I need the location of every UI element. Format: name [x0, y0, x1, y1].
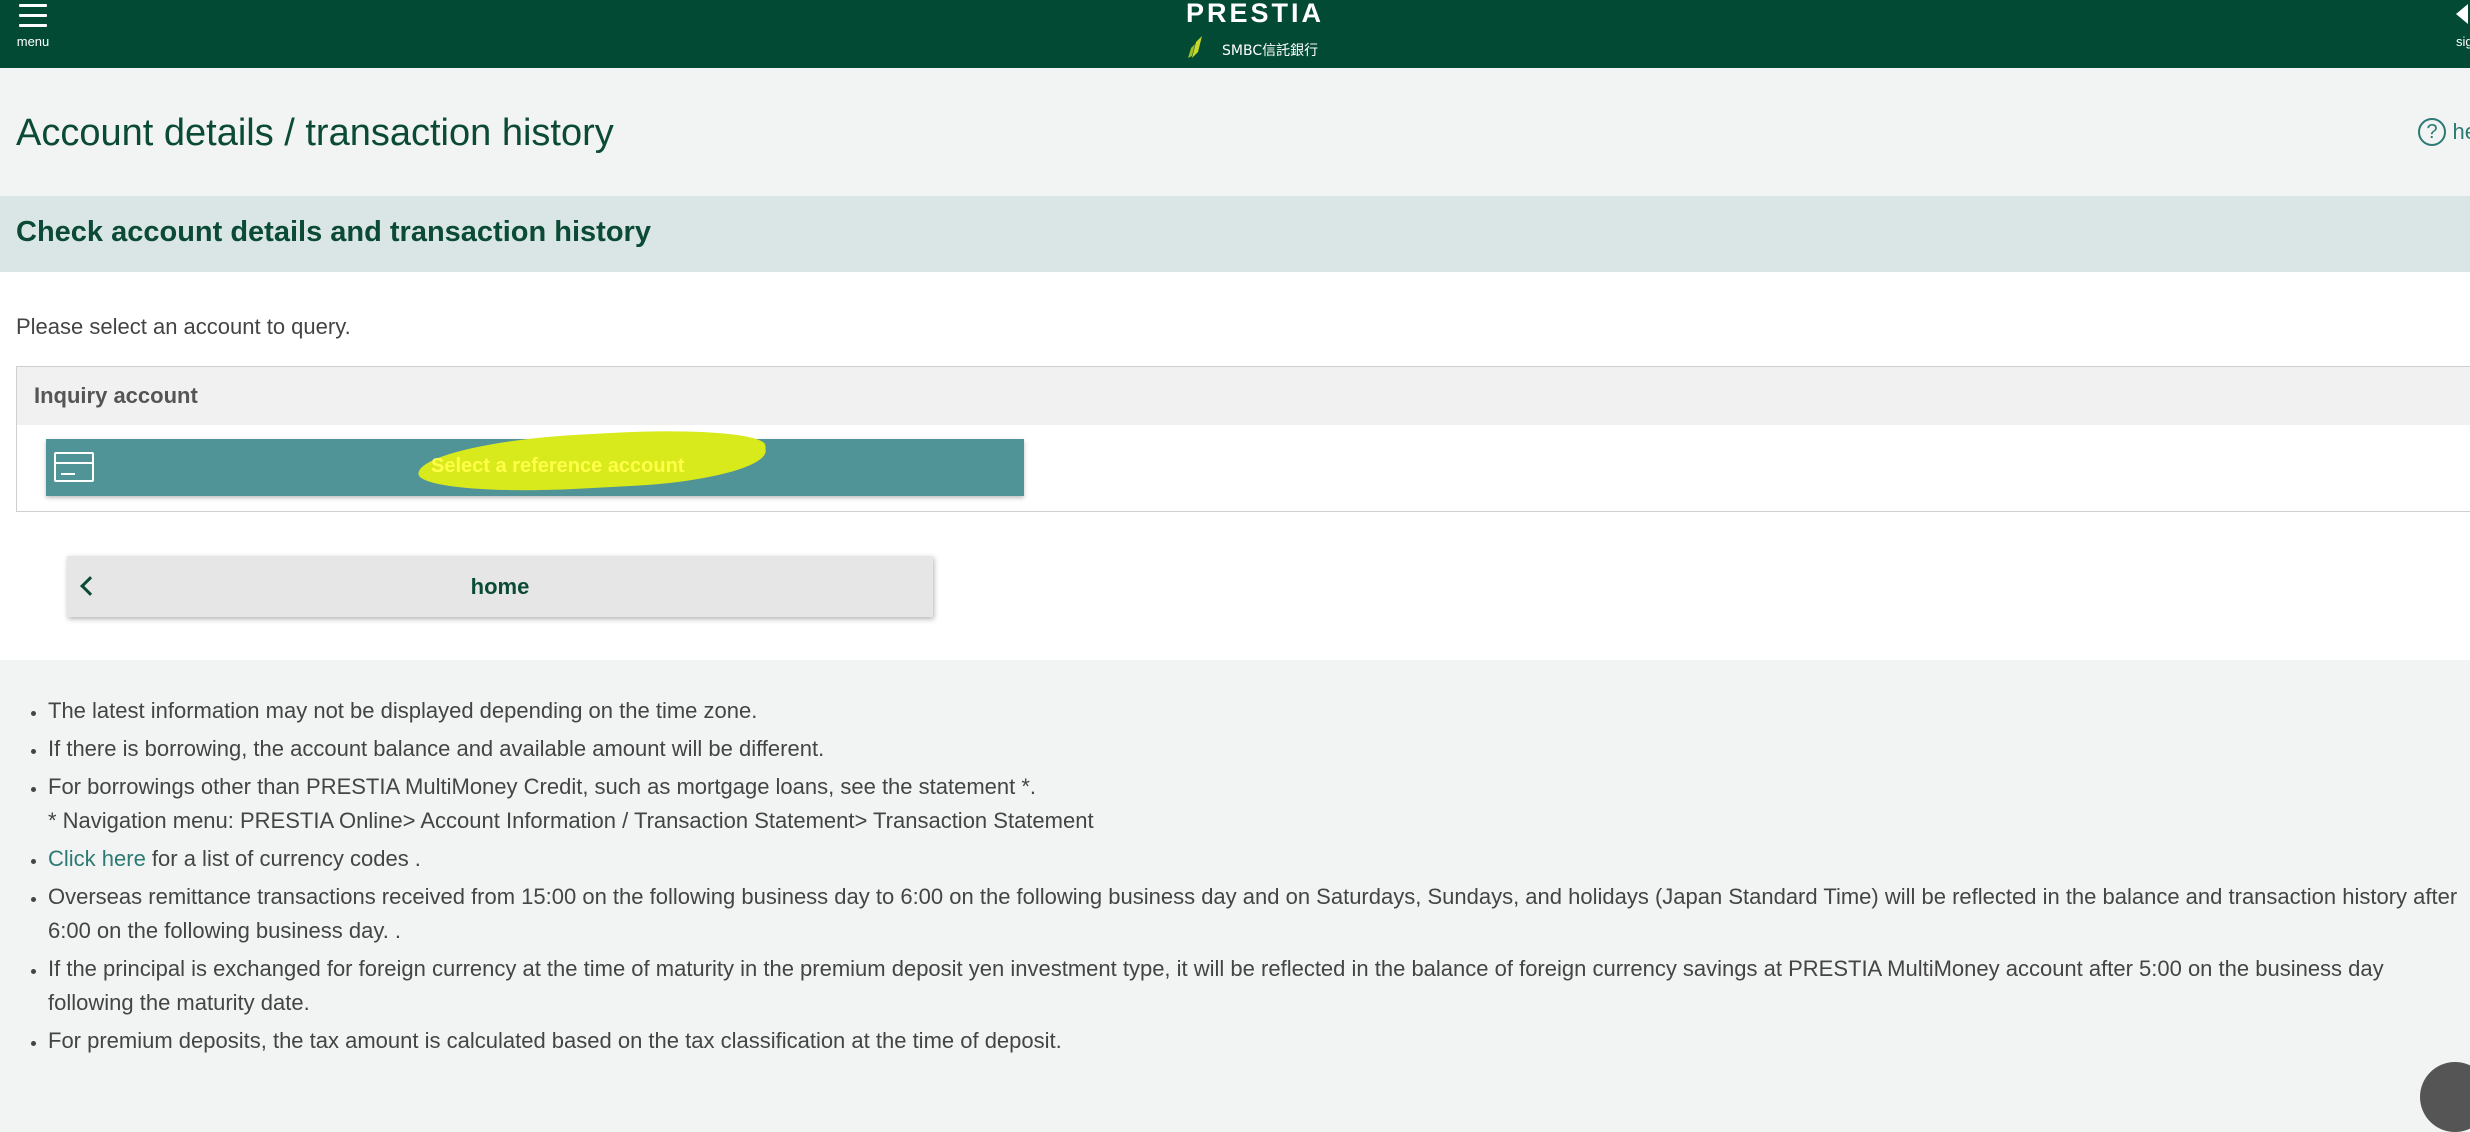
note-text: For borrowings other than PRESTIA MultiM…	[48, 774, 1037, 799]
signout-arrow-icon	[2456, 4, 2468, 24]
note-item: If the principal is exchanged for foreig…	[48, 952, 2466, 1020]
credit-card-icon	[54, 452, 94, 482]
help-label: he	[2452, 119, 2470, 144]
note-item: For premium deposits, the tax amount is …	[48, 1024, 2466, 1058]
note-item: For borrowings other than PRESTIA MultiM…	[48, 770, 2466, 838]
floating-action-button[interactable]	[2420, 1062, 2470, 1132]
note-item: Click here for a list of currency codes …	[48, 842, 2466, 876]
menu-label: menu	[16, 34, 50, 49]
menu-button[interactable]: menu	[8, 0, 60, 56]
notes-list: The latest information may not be displa…	[16, 694, 2466, 1062]
question-circle-icon: ?	[2418, 118, 2446, 146]
card-heading: Check account details and transaction hi…	[16, 216, 651, 248]
page-title: Account details / transaction history	[16, 112, 614, 154]
signout-label: sig	[2456, 34, 2470, 49]
inquiry-account-label: Inquiry account	[34, 383, 198, 408]
home-label: home	[470, 574, 530, 599]
brand-name: PRESTIA	[1185, 0, 1325, 28]
note-item: If there is borrowing, the account balan…	[48, 732, 2466, 766]
inquiry-account-section: Inquiry account Select a reference accou…	[16, 366, 2470, 512]
note-text: for a list of currency codes .	[145, 846, 421, 871]
card-header: Check account details and transaction hi…	[0, 196, 2470, 272]
smbc-leaf-icon	[1188, 36, 1202, 58]
account-query-card: Check account details and transaction hi…	[0, 196, 2470, 660]
home-button[interactable]: home	[67, 556, 933, 617]
brand-logo[interactable]: PRESTIA SMBC信託銀行	[1150, 0, 1360, 68]
help-link[interactable]: ? he	[2418, 118, 2470, 148]
select-reference-account-button[interactable]: Select a reference account	[46, 424, 1024, 498]
note-subtext: * Navigation menu: PRESTIA Online> Accou…	[48, 808, 1094, 833]
top-navigation-bar: menu PRESTIA SMBC信託銀行 sig	[0, 0, 2470, 68]
inquiry-account-header: Inquiry account	[17, 367, 2470, 425]
note-item: Overseas remittance transactions receive…	[48, 880, 2466, 948]
note-item: The latest information may not be displa…	[48, 694, 2466, 728]
hamburger-icon	[19, 4, 47, 28]
instruction-text: Please select an account to query.	[16, 314, 351, 339]
currency-codes-link[interactable]: Click here	[48, 846, 146, 871]
bank-name: SMBC信託銀行	[1222, 43, 1319, 59]
signout-button[interactable]: sig	[2448, 0, 2470, 60]
select-reference-account-label: Select a reference account	[431, 455, 685, 477]
